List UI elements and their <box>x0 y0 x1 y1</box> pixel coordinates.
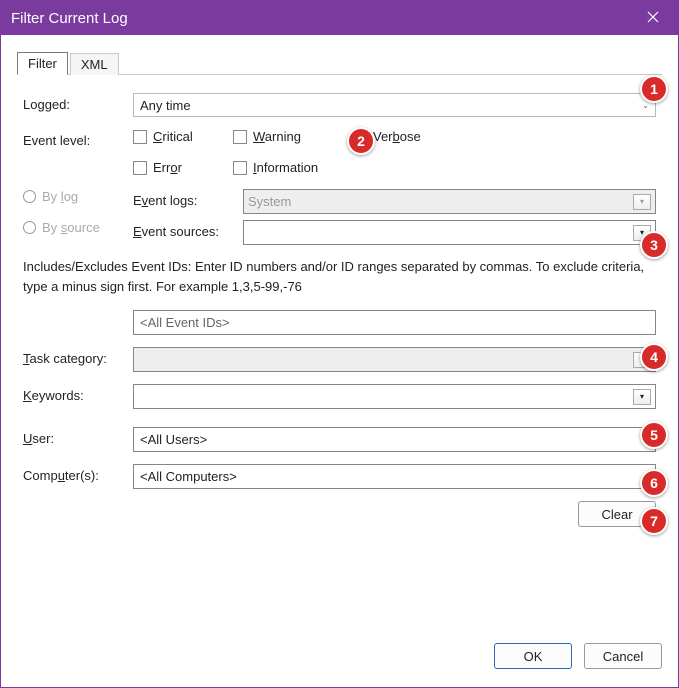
annotation-4: 4 <box>640 343 668 371</box>
radio-icon <box>23 190 36 203</box>
logged-dropdown[interactable]: Any time ⌄ <box>133 93 656 117</box>
label-warning: Warning <box>253 129 301 144</box>
tab-filter[interactable]: Filter <box>17 52 68 75</box>
annotation-2: 2 <box>347 127 375 155</box>
logged-value: Any time <box>140 98 191 113</box>
ok-button[interactable]: OK <box>494 643 572 669</box>
instruction-text: Includes/Excludes Event IDs: Enter ID nu… <box>23 257 656 296</box>
radio-by-log: By log <box>23 189 133 204</box>
user-input[interactable]: <All Users> <box>133 427 656 452</box>
label-information: Information <box>253 160 318 175</box>
event-ids-placeholder: <All Event IDs> <box>140 315 230 330</box>
checkbox-critical[interactable] <box>133 130 147 144</box>
window-title: Filter Current Log <box>11 10 638 27</box>
label-error: Error <box>153 160 182 175</box>
label-logged: Logged: <box>23 93 133 112</box>
checkbox-information[interactable] <box>233 161 247 175</box>
close-icon <box>647 11 659 23</box>
cancel-button[interactable]: Cancel <box>584 643 662 669</box>
label-critical: Critical <box>153 129 193 144</box>
label-user: User: <box>23 427 133 446</box>
annotation-3: 3 <box>640 231 668 259</box>
computers-value: <All Computers> <box>140 469 237 484</box>
checkbox-error[interactable] <box>133 161 147 175</box>
user-value: <All Users> <box>140 432 207 447</box>
tab-xml[interactable]: XML <box>70 53 119 75</box>
label-event-sources: Event sources: <box>133 220 243 239</box>
label-event-level: Event level: <box>23 129 133 148</box>
label-task-category: Task category: <box>23 347 133 366</box>
annotation-7: 7 <box>640 507 668 535</box>
radio-by-source: By source <box>23 220 133 235</box>
close-button[interactable] <box>638 10 668 27</box>
chevron-down-icon: ▾ <box>633 194 651 210</box>
label-keywords: Keywords: <box>23 384 133 403</box>
dialog-footer: OK Cancel <box>1 635 678 687</box>
label-event-logs: Event logs: <box>133 189 243 208</box>
event-sources-dropdown[interactable]: ▾ <box>243 220 656 245</box>
computers-input[interactable]: <All Computers> <box>133 464 656 489</box>
radio-icon <box>23 221 36 234</box>
annotation-6: 6 <box>640 469 668 497</box>
annotation-1: 1 <box>640 75 668 103</box>
tab-strip: Filter XML <box>17 49 662 75</box>
label-verbose: Verbose <box>373 129 421 144</box>
event-logs-dropdown: System ▾ <box>243 189 656 214</box>
filter-dialog: Filter Current Log Filter XML Logged: An… <box>0 0 679 688</box>
label-computers: Computer(s): <box>23 464 133 483</box>
annotation-5: 5 <box>640 421 668 449</box>
event-ids-input[interactable]: <All Event IDs> <box>133 310 656 335</box>
task-category-dropdown: ▾ <box>133 347 656 372</box>
keywords-dropdown[interactable]: ▾ <box>133 384 656 409</box>
chevron-down-icon: ▾ <box>633 389 651 405</box>
checkbox-warning[interactable] <box>233 130 247 144</box>
titlebar: Filter Current Log <box>1 1 678 35</box>
event-logs-value: System <box>248 194 291 209</box>
